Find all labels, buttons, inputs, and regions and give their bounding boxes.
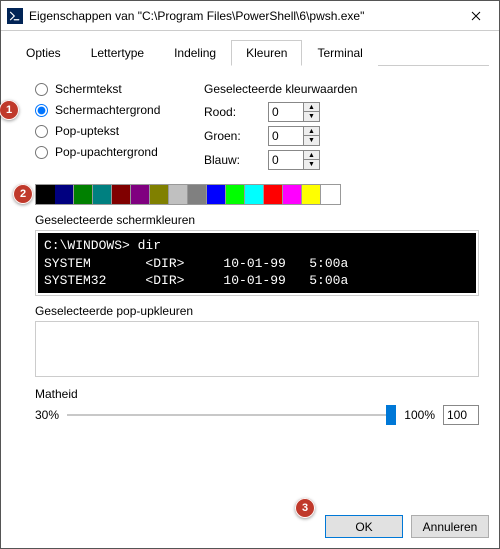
tab-kleuren[interactable]: Kleuren [231, 40, 302, 66]
blue-label: Blauw: [204, 153, 260, 167]
dialog-footer: 3 OK Annuleren [1, 505, 499, 548]
color-swatch[interactable] [131, 185, 150, 204]
red-input[interactable] [269, 103, 303, 121]
color-swatch[interactable] [93, 185, 112, 204]
color-swatch[interactable] [283, 185, 302, 204]
green-input[interactable] [269, 127, 303, 145]
dialog-body: Opties Lettertype Indeling Kleuren Termi… [1, 31, 499, 505]
window-title: Eigenschappen van "C:\Program Files\Powe… [29, 9, 453, 23]
tab-panel-kleuren: 1 Schermtekst Schermachtergrond Pop-upte… [11, 66, 489, 495]
radio-input-screen-bg[interactable] [35, 104, 48, 117]
color-swatch[interactable] [55, 185, 74, 204]
radio-label: Schermtekst [55, 82, 122, 96]
callout-3: 3 [295, 498, 315, 518]
screen-preview-text: C:\WINDOWS> dir SYSTEM <DIR> 10-01-99 5:… [38, 233, 476, 293]
color-swatch[interactable] [245, 185, 264, 204]
screen-preview-box: C:\WINDOWS> dir SYSTEM <DIR> 10-01-99 5:… [35, 230, 479, 296]
spin-up-icon[interactable]: ▲ [304, 127, 319, 136]
radio-input-popup-bg[interactable] [35, 146, 48, 159]
radio-screen-text[interactable]: Schermtekst [35, 82, 186, 96]
green-spinner[interactable]: ▲▼ [268, 126, 320, 146]
radio-popup-text[interactable]: Pop-uptekst [35, 124, 186, 138]
red-spinner[interactable]: ▲▼ [268, 102, 320, 122]
blue-input[interactable] [269, 151, 303, 169]
ok-button[interactable]: OK [325, 515, 403, 538]
close-button[interactable] [453, 1, 499, 31]
opacity-max: 100% [404, 408, 435, 422]
radio-label: Pop-upachtergrond [55, 145, 158, 159]
callout-1: 1 [0, 100, 19, 120]
tab-indeling[interactable]: Indeling [159, 40, 231, 66]
callout-2: 2 [13, 184, 33, 204]
color-swatch[interactable] [36, 185, 55, 204]
green-label: Groen: [204, 129, 260, 143]
blue-spinner[interactable]: ▲▼ [268, 150, 320, 170]
opacity-value: 100 [443, 405, 479, 425]
app-icon [7, 8, 23, 24]
radio-label: Pop-uptekst [55, 124, 119, 138]
popup-preview-box [35, 321, 479, 377]
cancel-button[interactable]: Annuleren [411, 515, 489, 538]
color-values-title: Geselecteerde kleurwaarden [204, 82, 479, 96]
color-swatch[interactable] [226, 185, 245, 204]
slider-thumb[interactable] [386, 405, 396, 425]
properties-dialog: Eigenschappen van "C:\Program Files\Powe… [0, 0, 500, 549]
radio-input-screen-text[interactable] [35, 83, 48, 96]
tab-lettertype[interactable]: Lettertype [76, 40, 159, 66]
opacity-min: 30% [35, 408, 59, 422]
spin-down-icon[interactable]: ▼ [304, 160, 319, 169]
tab-opties[interactable]: Opties [11, 40, 76, 66]
color-swatch[interactable] [207, 185, 226, 204]
spin-up-icon[interactable]: ▲ [304, 151, 319, 160]
tab-bar: Opties Lettertype Indeling Kleuren Termi… [11, 39, 489, 66]
radio-input-popup-text[interactable] [35, 125, 48, 138]
tab-terminal[interactable]: Terminal [302, 40, 377, 66]
color-swatch[interactable] [321, 185, 340, 204]
opacity-group: Matheid 30% 100% 100 [35, 387, 479, 425]
titlebar: Eigenschappen van "C:\Program Files\Powe… [1, 1, 499, 31]
color-target-radios: 1 Schermtekst Schermachtergrond Pop-upte… [21, 82, 186, 174]
screen-preview-label: Geselecteerde schermkleuren [35, 213, 479, 227]
spin-down-icon[interactable]: ▼ [304, 112, 319, 121]
color-palette [35, 184, 341, 205]
radio-label: Schermachtergrond [55, 103, 160, 117]
spin-up-icon[interactable]: ▲ [304, 103, 319, 112]
color-swatch[interactable] [112, 185, 131, 204]
color-swatch[interactable] [169, 185, 188, 204]
close-icon [471, 11, 481, 21]
red-label: Rood: [204, 105, 260, 119]
opacity-label: Matheid [35, 387, 479, 401]
color-swatch[interactable] [188, 185, 207, 204]
opacity-slider[interactable] [67, 405, 396, 425]
color-swatch[interactable] [302, 185, 321, 204]
color-swatch[interactable] [150, 185, 169, 204]
color-values-group: Geselecteerde kleurwaarden Rood: ▲▼ Groe… [204, 82, 479, 174]
spin-down-icon[interactable]: ▼ [304, 136, 319, 145]
color-swatch[interactable] [74, 185, 93, 204]
color-swatch[interactable] [264, 185, 283, 204]
radio-screen-bg[interactable]: Schermachtergrond [35, 103, 186, 117]
popup-preview-label: Geselecteerde pop-upkleuren [35, 304, 479, 318]
radio-popup-bg[interactable]: Pop-upachtergrond [35, 145, 186, 159]
